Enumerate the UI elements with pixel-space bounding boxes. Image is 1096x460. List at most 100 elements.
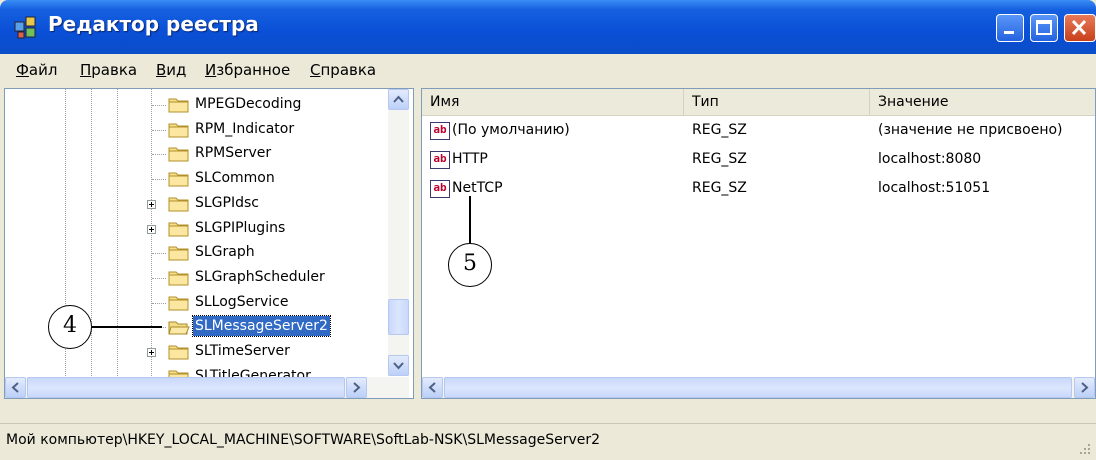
menu-bar: Файл Правка Вид Избранное Справка [0, 54, 1096, 86]
tree-branch-line [152, 129, 166, 131]
column-header-name[interactable]: Имя [422, 89, 684, 115]
arrow-down-icon [393, 362, 404, 370]
value-name: HTTP [452, 151, 488, 167]
tree-item[interactable]: RPM_Indicator [5, 118, 385, 143]
title-bar[interactable]: Редактор реестра [0, 0, 1096, 54]
menu-edit[interactable]: Правка [80, 61, 137, 79]
folder-icon [168, 98, 189, 113]
string-value-icon: ab [430, 122, 450, 140]
value-value: (значение не присвоено) [878, 122, 1063, 138]
folder-icon [168, 172, 189, 187]
scroll-right-button[interactable] [346, 377, 367, 398]
tree-item-label: RPM_Indicator [195, 120, 295, 137]
menu-file[interactable]: Файл [16, 61, 57, 79]
tree-branch-line [152, 277, 166, 279]
tree-item[interactable]: SLGPIdsc [5, 192, 385, 217]
callout-4-leader [92, 326, 162, 328]
tree-horizontal-scroll-thumb[interactable] [27, 377, 345, 398]
maximize-icon [1036, 20, 1052, 35]
tree-item-label: SLMessageServer2 [192, 315, 331, 338]
tree-item-label: SLGraphScheduler [195, 268, 325, 285]
expand-plus-icon[interactable] [147, 199, 156, 209]
minimize-icon [1004, 31, 1014, 34]
scroll-up-button[interactable] [388, 89, 409, 110]
maximize-button[interactable] [1030, 14, 1058, 42]
tree-item[interactable]: MPEGDecoding [5, 93, 385, 118]
value-row[interactable]: ab NetTCP REG_SZ localhost:51051 [422, 177, 1095, 203]
menu-view[interactable]: Вид [156, 61, 186, 79]
column-header-value[interactable]: Значение [870, 89, 1095, 115]
registry-values-pane[interactable]: Имя Тип Значение ab (По умолчанию) REG_SZ(… [421, 88, 1096, 399]
value-name: NetTCP [452, 180, 503, 196]
tree-branch-line [152, 253, 166, 255]
expand-plus-icon[interactable] [147, 348, 156, 357]
list-horizontal-scroll-thumb[interactable] [444, 377, 1072, 398]
arrow-left-icon [11, 382, 19, 393]
folder-icon [168, 296, 189, 311]
tree-item-label: RPMServer [195, 145, 272, 162]
arrow-up-icon [393, 95, 404, 103]
list-header: Имя Тип Значение [422, 89, 1095, 116]
tree-item[interactable]: SLGPIPlugins [5, 217, 385, 242]
registry-tree-pane[interactable]: MPEGDecoding RPM_Indicator RPMServer SLComm… [4, 88, 414, 399]
resize-grip-icon[interactable] [1078, 442, 1092, 456]
tree-item[interactable]: SLCommon [5, 167, 385, 192]
tree-item[interactable]: SLGraph [5, 241, 385, 266]
folder-icon [168, 222, 189, 236]
arrow-right-icon [353, 382, 361, 393]
value-row[interactable]: ab HTTP REG_SZ localhost:8080 [422, 148, 1095, 174]
folder-icon [168, 246, 189, 261]
arrow-right-icon [1081, 382, 1089, 393]
status-bar: Мой компьютер\HKEY_LOCAL_MACHINE\SOFTWAR… [0, 423, 1096, 460]
tree-branch-line [152, 105, 166, 106]
menu-favorites[interactable]: Избранное [205, 61, 290, 79]
scroll-left-button[interactable] [422, 377, 443, 398]
tree-item-label: SLLogService [195, 293, 289, 310]
tree-horizontal-scrollbar[interactable] [5, 377, 409, 398]
tree-branch-line [152, 302, 166, 304]
string-value-icon: ab [430, 151, 450, 169]
folder-icon [168, 271, 189, 286]
registry-editor-window: Редактор реестра Файл Правка Вид Избранн… [0, 0, 1096, 460]
string-value-icon: ab [430, 180, 450, 198]
folder-icon [168, 147, 189, 162]
tree-vertical-scrollbar[interactable] [388, 89, 409, 376]
pane-splitter[interactable] [414, 88, 421, 399]
value-type: REG_SZ [692, 180, 747, 196]
status-path: Мой компьютер\HKEY_LOCAL_MACHINE\SOFTWAR… [6, 432, 601, 448]
scroll-left-button[interactable] [5, 377, 26, 398]
value-type: REG_SZ [692, 151, 747, 167]
callout-4: 4 [48, 305, 92, 349]
minimize-button[interactable] [996, 14, 1024, 42]
scroll-right-button[interactable] [1074, 377, 1095, 398]
tree-branch-line [152, 154, 166, 156]
tree-item[interactable]: SLGraphScheduler [5, 266, 385, 291]
expand-plus-icon[interactable] [147, 224, 156, 234]
value-value: localhost:8080 [878, 151, 982, 167]
tree-item[interactable]: RPMServer [5, 142, 385, 167]
tree-item-label: SLGPIPlugins [195, 219, 286, 236]
tree-item-label: SLTimeServer [195, 343, 290, 359]
close-icon [1071, 19, 1087, 36]
tree-item-label: SLGPIdsc [195, 194, 259, 211]
registry-editor-icon [14, 16, 36, 39]
tree-item-label: SLGraph [195, 244, 255, 261]
close-button[interactable] [1064, 14, 1096, 42]
window-title: Редактор реестра [48, 12, 259, 36]
callout-5-leader [469, 196, 471, 243]
callout-5: 5 [448, 243, 492, 287]
tree-branch-line [152, 179, 166, 181]
folder-icon [168, 123, 189, 138]
menu-help[interactable]: Справка [310, 61, 376, 79]
scroll-down-button[interactable] [388, 355, 409, 376]
arrow-left-icon [428, 382, 436, 393]
tree-item-label: SLCommon [195, 170, 275, 187]
tree-vertical-scroll-thumb[interactable] [388, 299, 409, 335]
folder-icon [168, 197, 189, 212]
folder-open-icon [168, 321, 190, 335]
folder-icon [168, 345, 189, 360]
value-row[interactable]: ab (По умолчанию) REG_SZ (значение не присв… [422, 119, 1095, 145]
list-horizontal-scrollbar[interactable] [422, 377, 1095, 398]
value-type: REG_SZ [692, 122, 747, 138]
column-header-type[interactable]: Тип [684, 89, 870, 115]
